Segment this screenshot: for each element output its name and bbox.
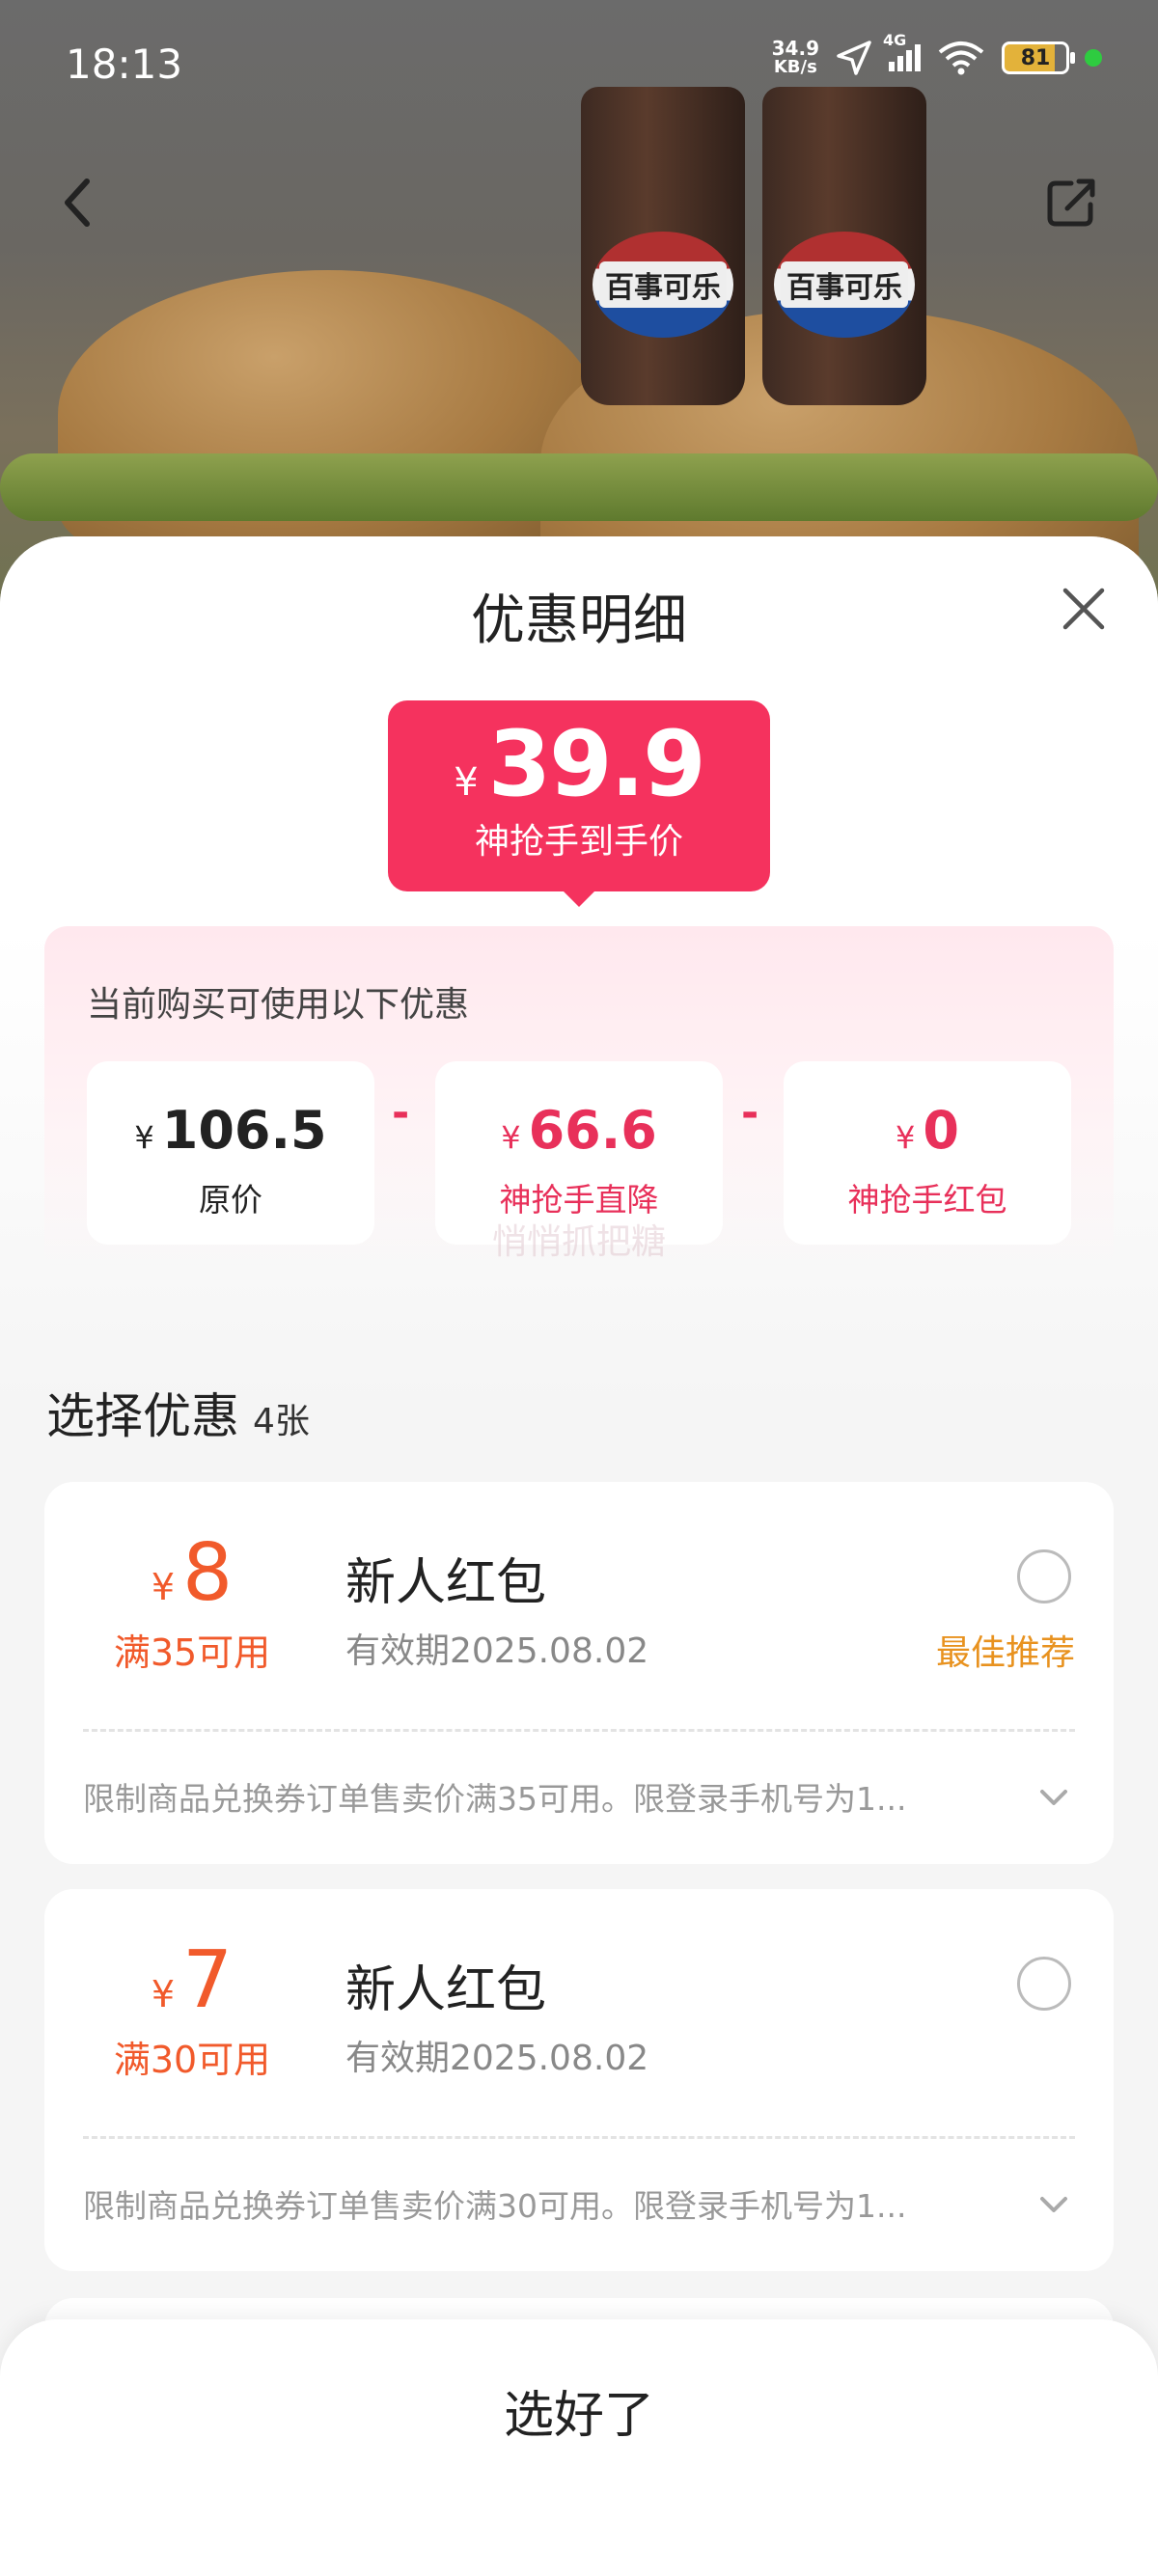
coupon-count: 4张 bbox=[253, 1402, 310, 1441]
cola-logo: 百事可乐 bbox=[774, 232, 915, 338]
privacy-indicator-dot bbox=[1085, 49, 1102, 67]
close-icon[interactable] bbox=[1060, 585, 1108, 633]
direct-discount-value: 66.6 bbox=[528, 1100, 657, 1161]
best-recommend-badge: 最佳推荐 bbox=[935, 1633, 1075, 1673]
done-button[interactable]: 选好了 bbox=[0, 2358, 1158, 2474]
sheet-title: 优惠明细 bbox=[471, 589, 687, 652]
cola-logo: 百事可乐 bbox=[593, 232, 733, 338]
coupon-value: 7 bbox=[182, 1934, 234, 2026]
coupon-description: 限制商品兑换券订单售卖价满35可用。限登录手机号为1... bbox=[83, 1780, 907, 1818]
signal-icon: 4G bbox=[883, 31, 921, 71]
coupon-amount: ¥ 8 满35可用 bbox=[83, 1530, 301, 1676]
final-price-label: 神抢手到手价 bbox=[474, 822, 683, 862]
coupon-select-radio[interactable] bbox=[1017, 1957, 1071, 2011]
coupon-card[interactable]: ¥ 8 满35可用 新人红包 有效期2025.08.02 最佳推荐 限制商品兑换… bbox=[44, 1482, 1114, 1864]
chevron-down-icon[interactable] bbox=[1036, 1783, 1071, 1812]
network-speed: 34.9 KB/s bbox=[771, 37, 819, 77]
status-icons: 34.9 KB/s 4G 81 bbox=[771, 31, 1102, 77]
chevron-down-icon[interactable] bbox=[1036, 2190, 1071, 2219]
original-price-value: 106.5 bbox=[161, 1100, 327, 1161]
coupon-condition: 满35可用 bbox=[113, 1631, 271, 1674]
share-icon[interactable] bbox=[1042, 174, 1100, 232]
select-discount-title: 选择优惠 bbox=[46, 1388, 239, 1444]
footer-bar: 选好了 bbox=[0, 2319, 1158, 2576]
select-discount-header: 选择优惠 4张 bbox=[46, 1378, 310, 1447]
dashed-divider bbox=[83, 2136, 1075, 2139]
final-price-value: 39.9 bbox=[487, 712, 706, 817]
coupon-validity: 有效期2025.08.02 bbox=[345, 1631, 649, 1671]
minus-operator: - bbox=[741, 1088, 759, 1137]
battery-icon: 81 bbox=[1002, 41, 1075, 74]
coupon-value: 8 bbox=[182, 1527, 234, 1619]
coupon-name: 新人红包 bbox=[345, 1961, 547, 2019]
coupon-validity: 有效期2025.08.02 bbox=[345, 2039, 649, 2078]
status-time: 18:13 bbox=[66, 41, 183, 88]
red-packet-value: 0 bbox=[923, 1100, 959, 1161]
dashed-divider bbox=[83, 1729, 1075, 1732]
coupon-description: 限制商品兑换券订单售卖价满30可用。限登录手机号为1... bbox=[83, 2187, 907, 2225]
location-arrow-icon bbox=[837, 41, 871, 75]
wifi-icon bbox=[938, 41, 984, 75]
breakdown-title: 当前购买可使用以下优惠 bbox=[87, 985, 470, 1025]
minus-operator: - bbox=[392, 1088, 410, 1137]
coupon-card[interactable]: ¥ 7 满30可用 新人红包 有效期2025.08.02 限制商品兑换券订单售卖… bbox=[44, 1889, 1114, 2271]
coupon-select-radio[interactable] bbox=[1017, 1549, 1071, 1603]
coupon-name: 新人红包 bbox=[345, 1554, 547, 1612]
coupon-condition: 满30可用 bbox=[113, 2039, 271, 2081]
lettuce-layer bbox=[0, 453, 1158, 521]
status-bar: 18:13 34.9 KB/s 4G 81 bbox=[0, 0, 1158, 135]
discount-details-sheet: 优惠明细 ¥ 39.9 神抢手到手价 当前购买可使用以下优惠 ¥ 106.5 原… bbox=[0, 536, 1158, 2576]
coupon-amount: ¥ 7 满30可用 bbox=[83, 1937, 301, 2083]
back-arrow-icon[interactable] bbox=[54, 172, 108, 233]
final-price-badge: ¥ 39.9 神抢手到手价 bbox=[388, 700, 770, 907]
currency-symbol: ¥ bbox=[454, 760, 479, 805]
watermark-text: 悄悄抓把糖 bbox=[491, 1222, 666, 1262]
